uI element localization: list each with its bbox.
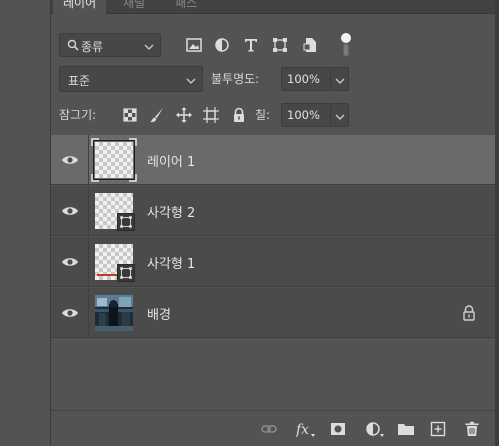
pixel-layer-filter-icon[interactable] (185, 36, 203, 54)
opacity-input[interactable]: 100% (281, 67, 331, 91)
thumbnail-red-stroke (97, 274, 117, 276)
shape-layer-badge-icon (117, 213, 135, 231)
lock-row: 잠그기: 칠: 100% (51, 100, 495, 130)
layers-panel: 레이어 채널 패스 종류 표준 불투명도: 100% 잠그기: 칠: 100% … (51, 0, 495, 446)
tab-paths[interactable]: 패스 (165, 0, 207, 14)
shape-layer-badge-icon (117, 264, 135, 282)
tab-layers[interactable]: 레이어 (53, 0, 107, 14)
chevron-down-icon (335, 78, 345, 84)
lock-artboard-icon[interactable] (203, 107, 219, 123)
fill-label: 칠: (255, 108, 271, 122)
layer-name[interactable]: 사각형 1 (147, 253, 195, 272)
chevron-down-icon (186, 78, 196, 84)
link-layers-icon[interactable] (261, 421, 277, 437)
shape-layer-filter-icon[interactable] (271, 36, 289, 54)
visibility-cell (51, 186, 89, 236)
lock-label: 잠그기: (59, 108, 97, 122)
type-layer-filter-icon[interactable] (242, 36, 260, 54)
opacity-dropdown-button[interactable] (331, 67, 349, 91)
lock-position-icon[interactable] (176, 107, 192, 123)
layer-name[interactable]: 배경 (147, 304, 171, 323)
tab-channels[interactable]: 채널 (113, 0, 155, 14)
filter-kind-label: 종류 (81, 40, 104, 54)
lock-transparent-pixels-icon[interactable] (122, 107, 138, 123)
new-group-folder-icon[interactable] (397, 421, 415, 437)
delete-layer-trash-icon[interactable] (464, 421, 480, 437)
blend-row: 표준 불투명도: 100% (51, 64, 495, 94)
opacity-label: 불투명도: (211, 72, 260, 86)
eye-icon[interactable] (61, 204, 79, 218)
layer-name[interactable]: 사각형 2 (147, 202, 195, 221)
layer-thumbnail[interactable] (93, 140, 135, 180)
visibility-cell (51, 135, 89, 185)
chevron-down-icon (335, 114, 345, 120)
layer-row-layer-1[interactable]: 레이어 1 (51, 135, 495, 185)
layer-name[interactable]: 레이어 1 (147, 151, 195, 170)
eye-icon[interactable] (61, 153, 79, 167)
svg-text:fx: fx (296, 422, 309, 437)
layer-row-rectangle-2[interactable]: 사각형 2 (51, 186, 495, 236)
filter-toggle-icon[interactable] (340, 32, 352, 58)
background-photo-thumbnail[interactable] (95, 295, 133, 331)
chevron-down-icon (144, 44, 154, 50)
smart-object-filter-icon[interactable] (301, 36, 319, 54)
filter-row: 종류 (51, 30, 495, 60)
fill-input[interactable]: 100% (281, 103, 331, 127)
fill-value: 100% (287, 108, 320, 122)
blend-mode-value: 표준 (68, 74, 91, 88)
eye-icon[interactable] (61, 306, 79, 320)
add-mask-icon[interactable] (330, 421, 346, 437)
left-dock-strip (0, 0, 51, 446)
panel-scrollbar[interactable] (495, 0, 499, 446)
visibility-cell (51, 288, 89, 338)
blend-mode-select[interactable]: 표준 (59, 66, 203, 92)
lock-all-icon[interactable] (231, 107, 247, 123)
filter-kind-select[interactable]: 종류 (59, 33, 161, 57)
lock-icon[interactable] (462, 305, 476, 321)
lock-image-pixels-icon[interactable] (149, 107, 165, 123)
panel-tab-bar: 레이어 채널 패스 (51, 0, 495, 14)
layer-row-rectangle-1[interactable]: 사각형 1 (51, 237, 495, 287)
fill-dropdown-button[interactable] (331, 103, 349, 127)
layer-style-fx-icon[interactable]: fx (296, 421, 316, 437)
new-adjustment-layer-icon[interactable] (365, 421, 385, 437)
adjustment-layer-filter-icon[interactable] (213, 36, 231, 54)
layer-row-background[interactable]: 배경 (51, 288, 495, 338)
search-icon (67, 39, 79, 51)
opacity-value: 100% (287, 72, 320, 86)
new-layer-icon[interactable] (430, 421, 446, 437)
eye-icon[interactable] (61, 255, 79, 269)
visibility-cell (51, 237, 89, 287)
layers-footer: fx (51, 410, 495, 446)
